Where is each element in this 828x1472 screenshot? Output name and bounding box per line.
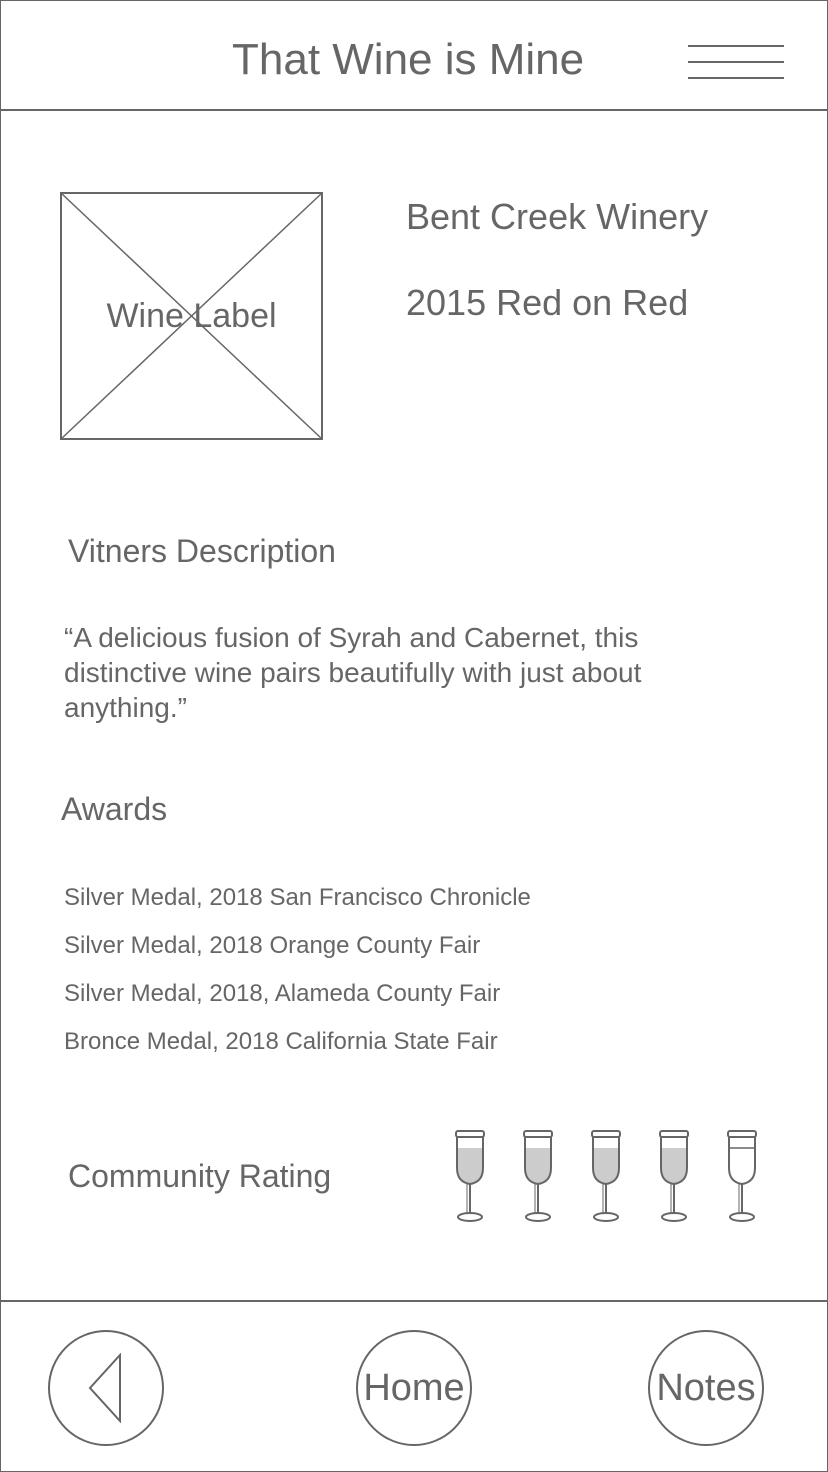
community-rating-glasses <box>452 1128 764 1224</box>
back-arrow-icon <box>88 1353 121 1423</box>
app-title: That Wine is Mine <box>232 35 585 84</box>
hamburger-menu-icon[interactable] <box>686 44 786 82</box>
award-item: Silver Medal, 2018 Orange County Fair <box>64 932 481 959</box>
award-item: Silver Medal, 2018, Alameda County Fair <box>64 980 501 1007</box>
app-header: That Wine is Mine <box>0 0 828 111</box>
awards-list: Silver Medal, 2018 San Francisco Chronic… <box>64 874 531 1066</box>
wine-label-image: Wine Label <box>60 192 323 440</box>
wine-glass-icon <box>659 1130 689 1222</box>
description-text: “A delicious fusion of Syrah and Caberne… <box>64 622 642 723</box>
back-button[interactable] <box>48 1330 164 1446</box>
home-button[interactable]: Home <box>356 1330 472 1446</box>
description-heading: Vitners Description <box>68 533 336 569</box>
wine-name: 2015 Red on Red <box>406 282 689 323</box>
award-item: Bronce Medal, 2018 California State Fair <box>64 1028 498 1055</box>
community-rating-label: Community Rating <box>68 1158 332 1194</box>
awards-heading: Awards <box>61 791 168 827</box>
wine-glass-icon <box>591 1130 621 1222</box>
award-item: Silver Medal, 2018 San Francisco Chronic… <box>64 884 531 911</box>
wine-glass-icon <box>523 1130 553 1222</box>
notes-button[interactable]: Notes <box>648 1330 764 1446</box>
bottom-nav: Home Notes <box>0 1300 828 1472</box>
winery-name: Bent Creek Winery <box>406 196 709 237</box>
wine-glass-icon <box>455 1130 485 1222</box>
wine-label-placeholder-text: Wine Label <box>106 297 277 335</box>
wine-glass-icon <box>727 1130 757 1222</box>
